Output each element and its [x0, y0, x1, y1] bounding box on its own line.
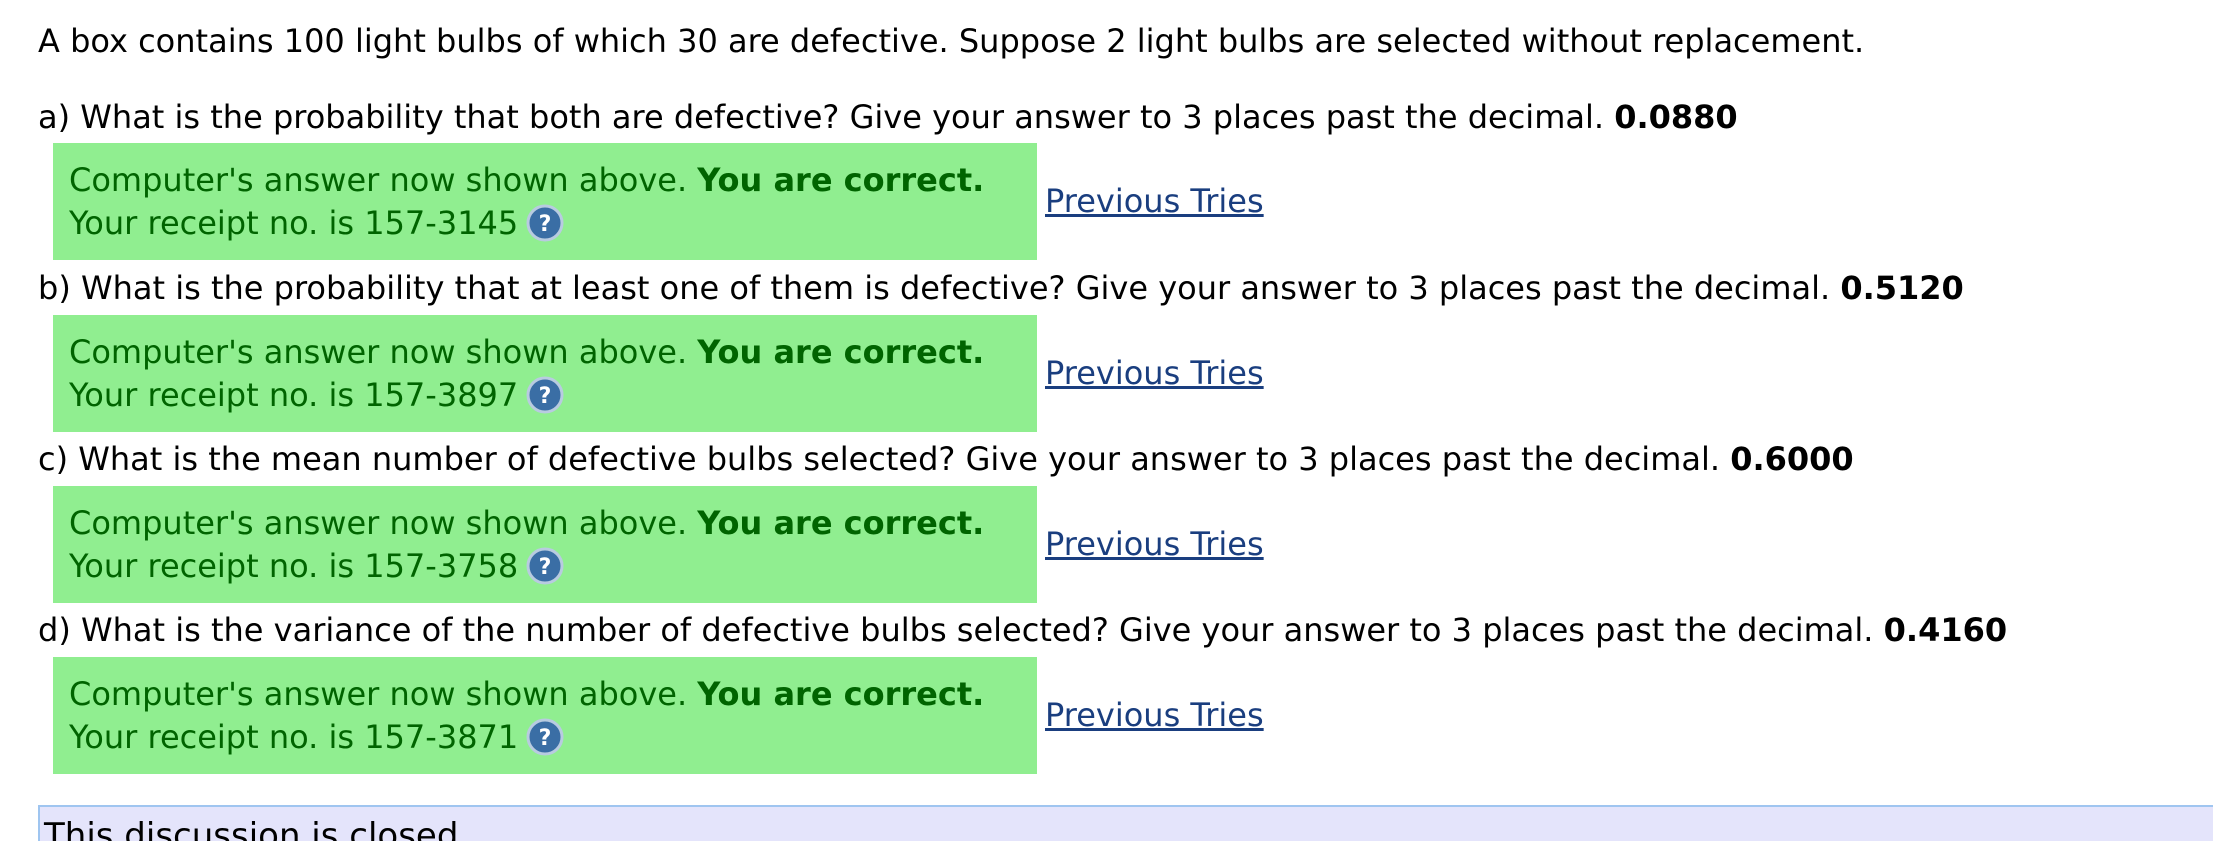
question-d-prompt: d) What is the variance of the number of… [38, 611, 1874, 649]
feedback-box-b: Computer's answer now shown above. You a… [53, 315, 1037, 432]
receipt-b: Your receipt no. is 157-3897 [69, 376, 519, 414]
feedback-message-a: Computer's answer now shown above. [69, 161, 688, 199]
previous-tries-link-c[interactable]: Previous Tries [1045, 523, 1264, 565]
question-c: c) What is the mean number of defective … [38, 438, 1854, 480]
question-help-icon[interactable]: ? [526, 547, 564, 585]
svg-text:?: ? [539, 555, 552, 580]
feedback-box-a: Computer's answer now shown above. You a… [53, 143, 1037, 260]
question-a-answer: 0.0880 [1614, 98, 1738, 136]
problem-intro: A box contains 100 light bulbs of which … [38, 22, 1865, 60]
question-b: b) What is the probability that at least… [38, 267, 1964, 309]
svg-text:?: ? [539, 726, 552, 751]
question-d: d) What is the variance of the number of… [38, 609, 2007, 651]
question-help-icon[interactable]: ? [526, 718, 564, 756]
correct-status-b: You are correct. [697, 333, 985, 371]
previous-tries-link-d[interactable]: Previous Tries [1045, 694, 1264, 736]
feedback-box-c: Computer's answer now shown above. You a… [53, 486, 1037, 603]
question-c-answer: 0.6000 [1730, 440, 1854, 478]
previous-tries-link-a[interactable]: Previous Tries [1045, 180, 1264, 222]
receipt-c: Your receipt no. is 157-3758 [69, 547, 519, 585]
svg-text:?: ? [539, 384, 552, 409]
svg-text:?: ? [539, 212, 552, 237]
discussion-closed-notice: This discussion is closed. [38, 805, 2213, 841]
receipt-d: Your receipt no. is 157-3871 [69, 718, 519, 756]
correct-status-a: You are correct. [697, 161, 985, 199]
previous-tries-link-b[interactable]: Previous Tries [1045, 352, 1264, 394]
question-a-prompt: a) What is the probability that both are… [38, 98, 1605, 136]
question-a: a) What is the probability that both are… [38, 96, 1738, 138]
question-c-prompt: c) What is the mean number of defective … [38, 440, 1721, 478]
feedback-message-b: Computer's answer now shown above. [69, 333, 688, 371]
feedback-box-d: Computer's answer now shown above. You a… [53, 657, 1037, 774]
question-help-icon[interactable]: ? [526, 376, 564, 414]
question-b-answer: 0.5120 [1840, 269, 1964, 307]
question-b-prompt: b) What is the probability that at least… [38, 269, 1831, 307]
correct-status-d: You are correct. [697, 675, 985, 713]
feedback-message-c: Computer's answer now shown above. [69, 504, 688, 542]
question-d-answer: 0.4160 [1883, 611, 2008, 649]
feedback-message-d: Computer's answer now shown above. [69, 675, 688, 713]
receipt-a: Your receipt no. is 157-3145 [69, 204, 519, 242]
correct-status-c: You are correct. [697, 504, 985, 542]
question-help-icon[interactable]: ? [526, 204, 564, 242]
